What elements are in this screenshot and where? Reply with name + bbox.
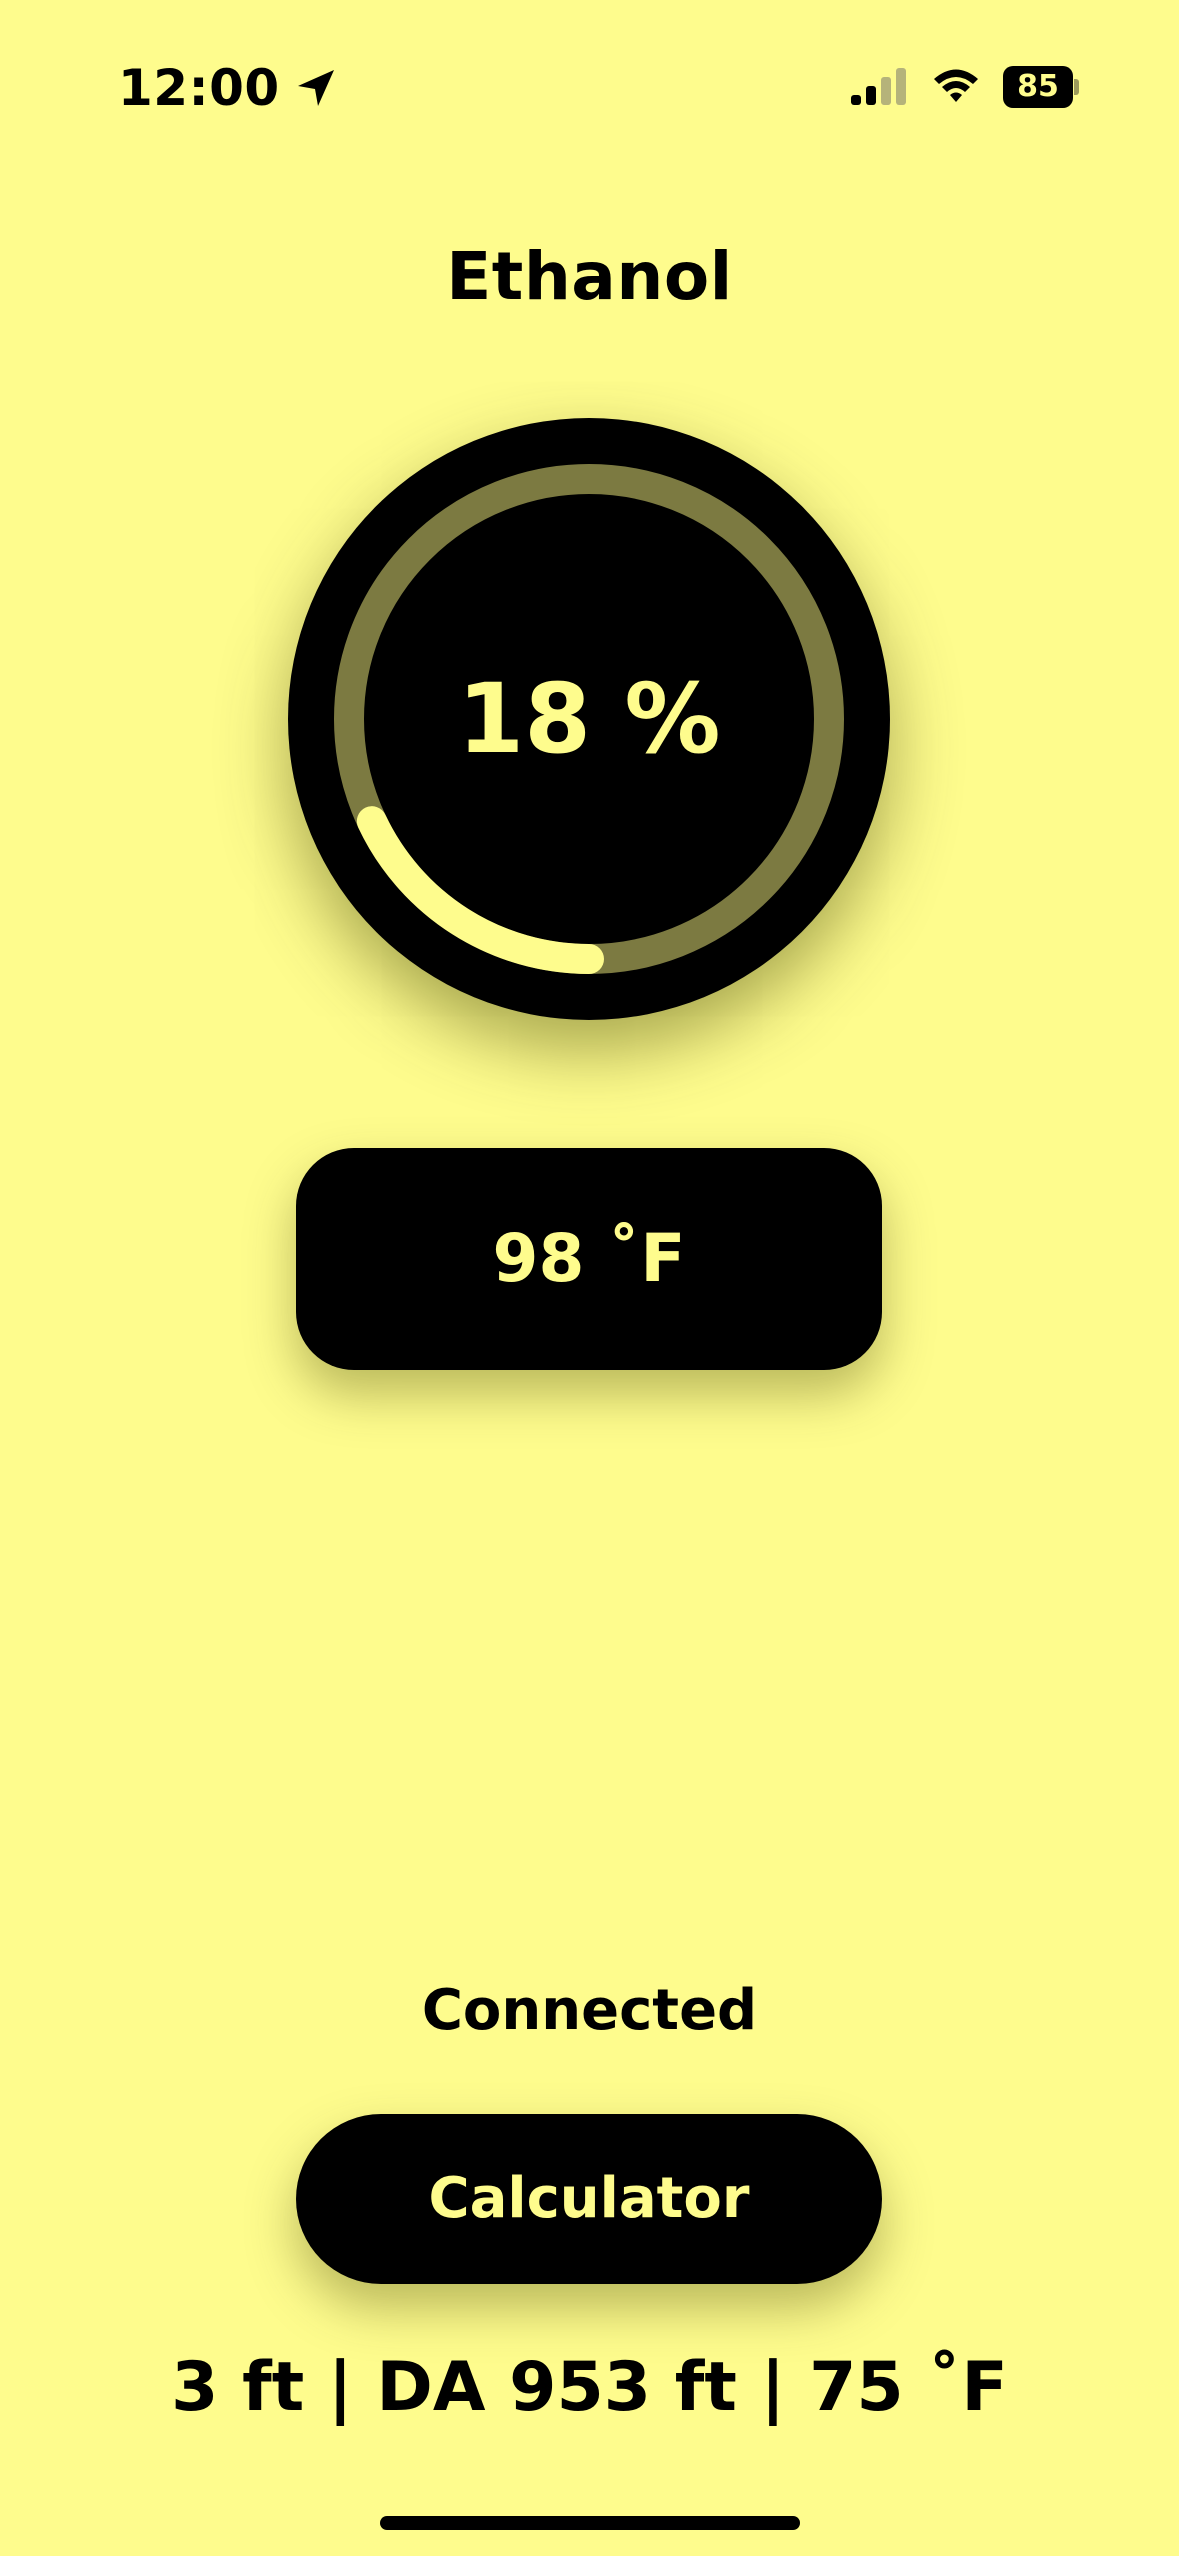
conditions-info: 3 ft | DA 953 ft | 75 ˚F	[171, 2348, 1008, 2427]
status-time-group: 12:00	[118, 58, 338, 118]
gauge-value: 18 %	[457, 663, 721, 775]
battery-tip	[1074, 79, 1079, 95]
calculator-button[interactable]: Calculator	[296, 2114, 882, 2284]
battery-level: 85	[1017, 69, 1059, 104]
app-screen: 12:00 85 Ethanol 18 % 98 ˚F Connected Ca…	[0, 0, 1179, 2556]
ethanol-gauge: 18 %	[288, 418, 890, 1020]
signal-bar	[866, 86, 876, 105]
temperature-display: 98 ˚F	[296, 1148, 882, 1370]
signal-bar	[896, 68, 906, 105]
battery-icon: 85	[1003, 66, 1079, 108]
wifi-icon	[931, 66, 981, 108]
connection-status: Connected	[421, 1978, 758, 2043]
signal-bar	[881, 77, 891, 105]
status-icons: 85	[851, 62, 1079, 112]
cellular-signal-icon	[851, 65, 909, 109]
signal-bar	[851, 95, 861, 105]
status-bar: 12:00 85	[0, 0, 1179, 140]
location-arrow-icon	[294, 66, 338, 110]
page-title: Ethanol	[446, 238, 733, 315]
status-time: 12:00	[118, 59, 280, 117]
home-indicator[interactable]	[380, 2516, 800, 2530]
